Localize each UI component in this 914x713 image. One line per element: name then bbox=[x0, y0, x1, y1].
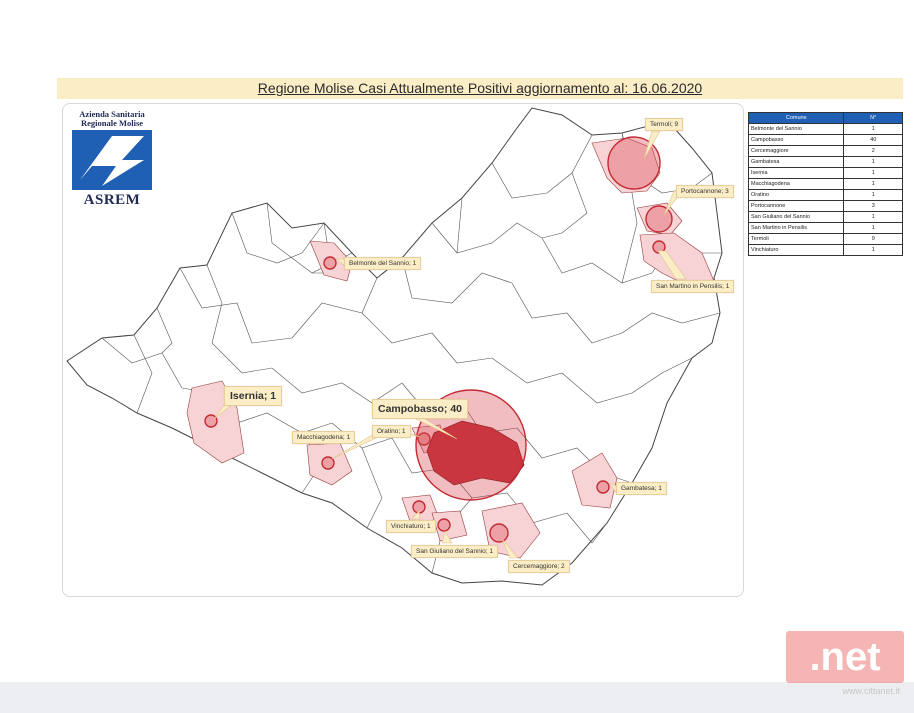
cell-comune: Vinchiaturo bbox=[747, 244, 845, 256]
table-row: Portocannone 3 bbox=[747, 200, 903, 212]
watermark-logo: .net bbox=[786, 631, 904, 683]
watermark-url: www.cittanet.it bbox=[842, 686, 900, 696]
table-row: Belmonte del Sannio 1 bbox=[747, 123, 903, 135]
table-row: Oratino 1 bbox=[747, 189, 903, 201]
table-row: San Giuliano del Sannio 1 bbox=[747, 211, 903, 223]
cases-table: Comune N° Belmonte del Sannio 1 Campobass… bbox=[747, 112, 903, 256]
bubble-san-giuliano bbox=[437, 518, 451, 532]
callout-termoli: Termoli; 9 bbox=[645, 118, 684, 131]
bottom-band bbox=[0, 682, 914, 713]
cell-count: 1 bbox=[843, 189, 903, 201]
callout-cercemaggiore: Cercemaggiore; 2 bbox=[508, 560, 570, 573]
cell-count: 9 bbox=[843, 233, 903, 245]
cell-count: 1 bbox=[843, 211, 903, 223]
cell-comune: Termoli bbox=[747, 233, 845, 245]
bubble-gambatesa bbox=[596, 480, 610, 494]
page-title: Regione Molise Casi Attualmente Positivi… bbox=[257, 80, 703, 96]
cell-comune: Cercemaggiore bbox=[747, 145, 845, 157]
callout-campobasso: Campobasso; 40 bbox=[372, 399, 469, 419]
cell-count: 1 bbox=[843, 156, 903, 168]
cell-count: 1 bbox=[843, 123, 903, 135]
cell-count: 1 bbox=[843, 178, 903, 190]
logo-name: ASREM bbox=[83, 192, 141, 208]
table-row: Isernia 1 bbox=[747, 167, 903, 179]
asrem-logo: Azienda Sanitaria Regionale Molise ASREM bbox=[70, 110, 154, 210]
table-row: Cercemaggiore 2 bbox=[747, 145, 903, 157]
cell-count: 3 bbox=[843, 200, 903, 212]
cell-count: 40 bbox=[843, 134, 903, 146]
callout-isernia: Isernia; 1 bbox=[224, 386, 283, 406]
table-row: Gambatesa 1 bbox=[747, 156, 903, 168]
callout-belmonte: Belmonte del Sannio; 1 bbox=[344, 257, 422, 270]
bubble-cercemaggiore bbox=[489, 523, 509, 543]
callout-macchiagodena: Macchiagodena; 1 bbox=[292, 431, 356, 444]
column-header-comune: Comune bbox=[747, 112, 845, 124]
cell-comune: Macchiagodena bbox=[747, 178, 845, 190]
cell-count: 1 bbox=[843, 167, 903, 179]
logo-org-line2: Regionale Molise bbox=[80, 118, 144, 128]
cell-comune: Portocannone bbox=[747, 200, 845, 212]
table-row: Campobasso 40 bbox=[747, 134, 903, 146]
cell-comune: San Giuliano del Sannio bbox=[747, 211, 845, 223]
bubble-isernia bbox=[204, 414, 218, 428]
table-row: Vinchiaturo 1 bbox=[747, 244, 903, 256]
table-row: San Martino in Pensilis 1 bbox=[747, 222, 903, 234]
cell-comune: Campobasso bbox=[747, 134, 845, 146]
cell-comune: Oratino bbox=[747, 189, 845, 201]
cell-comune: Isernia bbox=[747, 167, 845, 179]
callout-vinchiaturo: Vinchiaturo; 1 bbox=[386, 520, 436, 533]
cell-count: 1 bbox=[843, 222, 903, 234]
logo-mark-icon bbox=[72, 130, 152, 190]
cell-count: 1 bbox=[843, 244, 903, 256]
callout-san-martino: San Martino in Pensilis; 1 bbox=[651, 280, 735, 293]
callout-san-giuliano: San Giuliano del Sannio; 1 bbox=[411, 545, 498, 558]
cell-comune: San Martino in Pensilis bbox=[747, 222, 845, 234]
cell-comune: Belmonte del Sannio bbox=[747, 123, 845, 135]
cell-comune: Gambatesa bbox=[747, 156, 845, 168]
bubble-belmonte bbox=[323, 256, 337, 270]
cell-count: 2 bbox=[843, 145, 903, 157]
column-header-count: N° bbox=[843, 112, 903, 124]
callout-oratino: Oratino; 1 bbox=[372, 425, 411, 438]
table-row: Termoli 9 bbox=[747, 233, 903, 245]
table-row: Macchiagodena 1 bbox=[747, 178, 903, 190]
callout-portocannone: Portocannone; 3 bbox=[676, 185, 734, 198]
callout-gambatesa: Gambatesa; 1 bbox=[616, 482, 667, 495]
table-header-row: Comune N° bbox=[747, 112, 903, 124]
